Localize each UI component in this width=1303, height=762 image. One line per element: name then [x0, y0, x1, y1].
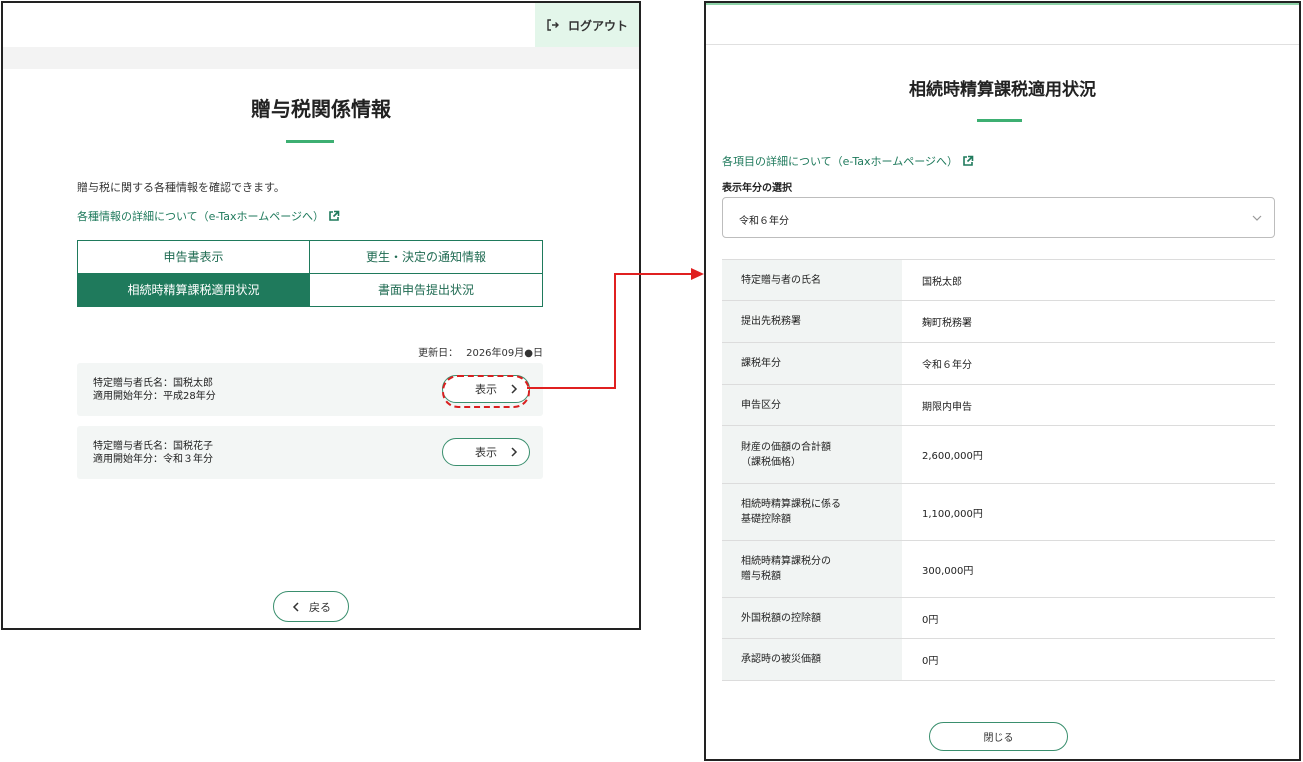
table-row: 提出先税務署 麹町税務署	[722, 301, 1275, 343]
start-year: 適用開始年分：令和３年分	[93, 454, 213, 465]
info-tab-grid: 申告書表示 更生・決定の通知情報 相続時精算課税適用状況 書面申告提出状況	[77, 240, 543, 307]
logout-icon	[547, 19, 559, 31]
logout-button[interactable]: ログアウト	[535, 3, 639, 47]
tab-settlement-tax-status[interactable]: 相続時精算課税適用状況	[78, 273, 310, 306]
list-item: 特定贈与者氏名：国税花子 適用開始年分：令和３年分 表示	[77, 426, 543, 479]
row-label: 相続時精算課税分の 贈与税額	[722, 541, 902, 597]
detail-link[interactable]: 各種情報の詳細について（e-Taxホームページへ）	[77, 208, 340, 224]
highlight-ring	[442, 375, 530, 408]
header-band	[3, 47, 639, 69]
row-label-line: 基礎控除額	[741, 514, 791, 525]
detail-link[interactable]: 各項目の詳細について（e-Taxホームページへ）	[722, 153, 974, 169]
row-value: 麹町税務署	[922, 318, 972, 329]
title-underline	[286, 140, 334, 143]
chevron-left-icon	[292, 601, 299, 612]
row-value: 0円	[922, 656, 939, 667]
table-row: 特定贈与者の氏名 国税太郎	[722, 260, 1275, 301]
view-button[interactable]: 表示	[442, 438, 530, 466]
external-link-icon	[329, 210, 340, 221]
settlement-tax-detail-screen: 相続時精算課税適用状況 各項目の詳細について（e-Taxホームページへ） 表示年…	[704, 1, 1301, 761]
table-row: 申告区分 期限内申告	[722, 385, 1275, 426]
row-label-line: 相続時精算課税分の	[741, 556, 831, 567]
row-label: 財産の価額の合計額 （課税価格）	[722, 426, 902, 483]
row-label: 申告区分	[722, 385, 902, 425]
row-label: 特定贈与者の氏名	[722, 260, 902, 300]
tab-declaration-display[interactable]: 申告書表示	[78, 241, 310, 274]
tab-correction-notice[interactable]: 更生・決定の通知情報	[310, 241, 542, 274]
row-label-line: 外国税額の控除額	[741, 612, 821, 624]
donor-name: 特定贈与者氏名：国税花子	[93, 441, 213, 452]
external-link-icon	[963, 155, 974, 166]
title-underline	[977, 119, 1022, 122]
row-label: 外国税額の控除額	[722, 598, 902, 638]
year-select[interactable]: 令和６年分	[722, 197, 1275, 238]
row-label-line: 申告区分	[741, 399, 781, 411]
row-value: 300,000円	[922, 565, 974, 577]
row-label: 課税年分	[722, 343, 902, 384]
back-button-label: 戻る	[309, 600, 331, 614]
connector-arrowhead	[691, 268, 704, 280]
row-label-line: 課税年分	[741, 358, 781, 369]
row-label-line: 贈与税額	[741, 571, 781, 582]
page-title: 贈与税関係情報	[251, 97, 391, 121]
table-row: 相続時精算課税分の 贈与税額 300,000円	[722, 541, 1275, 598]
start-year: 適用開始年分：平成28年分	[93, 391, 216, 402]
table-row: 外国税額の控除額 0円	[722, 598, 1275, 639]
row-label-line: 承認時の被災価額	[741, 654, 821, 665]
row-value: 令和６年分	[922, 360, 972, 371]
table-row: 課税年分 令和６年分	[722, 343, 1275, 385]
year-select-value: 令和６年分	[739, 216, 789, 227]
close-button[interactable]: 閉じる	[929, 722, 1068, 751]
row-value: 期限内申告	[922, 401, 972, 413]
update-date: 更新日： 2026年09月●日	[418, 344, 543, 359]
year-select-label: 表示年分の選択	[722, 183, 792, 194]
gift-tax-info-screen: ログアウト 贈与税関係情報 贈与税に関する各種情報を確認できます。 各種情報の詳…	[1, 1, 641, 630]
row-value: 国税太郎	[922, 276, 962, 288]
row-label-line: 財産の価額の合計額	[741, 441, 831, 453]
close-button-label: 閉じる	[983, 733, 1014, 744]
row-label: 承認時の被災価額	[722, 639, 902, 680]
page-description: 贈与税に関する各種情報を確認できます。	[77, 181, 285, 194]
row-label: 相続時精算課税に係る 基礎控除額	[722, 484, 902, 540]
row-label-line: 提出先税務署	[741, 316, 801, 327]
record-text: 特定贈与者氏名：国税花子 適用開始年分：令和３年分	[93, 440, 213, 466]
row-label-line: 特定贈与者の氏名	[741, 274, 821, 286]
tab-paper-filing-status[interactable]: 書面申告提出状況	[310, 273, 542, 306]
donor-name: 特定贈与者氏名：国税太郎	[93, 378, 213, 389]
table-row: 承認時の被災価額 0円	[722, 639, 1275, 681]
table-row: 相続時精算課税に係る 基礎控除額 1,100,000円	[722, 484, 1275, 541]
logout-label: ログアウト	[567, 18, 628, 33]
info-table: 特定贈与者の氏名 国税太郎提出先税務署 麹町税務署課税年分 令和６年分申告区分 期限内申…	[722, 259, 1275, 681]
detail-title: 相続時精算課税適用状況	[909, 80, 1096, 100]
row-value: 0円	[922, 614, 939, 626]
record-text: 特定贈与者氏名：国税太郎 適用開始年分：平成28年分	[93, 377, 216, 403]
row-label: 提出先税務署	[722, 301, 902, 342]
view-button-label: 表示	[475, 446, 497, 459]
row-label-line: 相続時精算課税に係る	[741, 499, 841, 510]
update-value: 2026年09月●日	[466, 348, 543, 359]
header-divider	[706, 44, 1299, 45]
chevron-right-icon	[511, 447, 518, 457]
row-value: 2,600,000円	[922, 451, 983, 462]
row-value: 1,100,000円	[922, 508, 983, 520]
table-row: 財産の価額の合計額 （課税価格） 2,600,000円	[722, 426, 1275, 484]
top-accent-line	[706, 3, 1299, 5]
detail-link-label: 各項目の詳細について（e-Taxホームページへ）	[722, 155, 958, 168]
update-label: 更新日：	[418, 348, 459, 359]
row-label-line: （課税価格）	[741, 456, 801, 468]
chevron-down-icon	[1252, 215, 1262, 221]
detail-link-label: 各種情報の詳細について（e-Taxホームページへ）	[77, 210, 324, 223]
back-button[interactable]: 戻る	[273, 591, 349, 622]
